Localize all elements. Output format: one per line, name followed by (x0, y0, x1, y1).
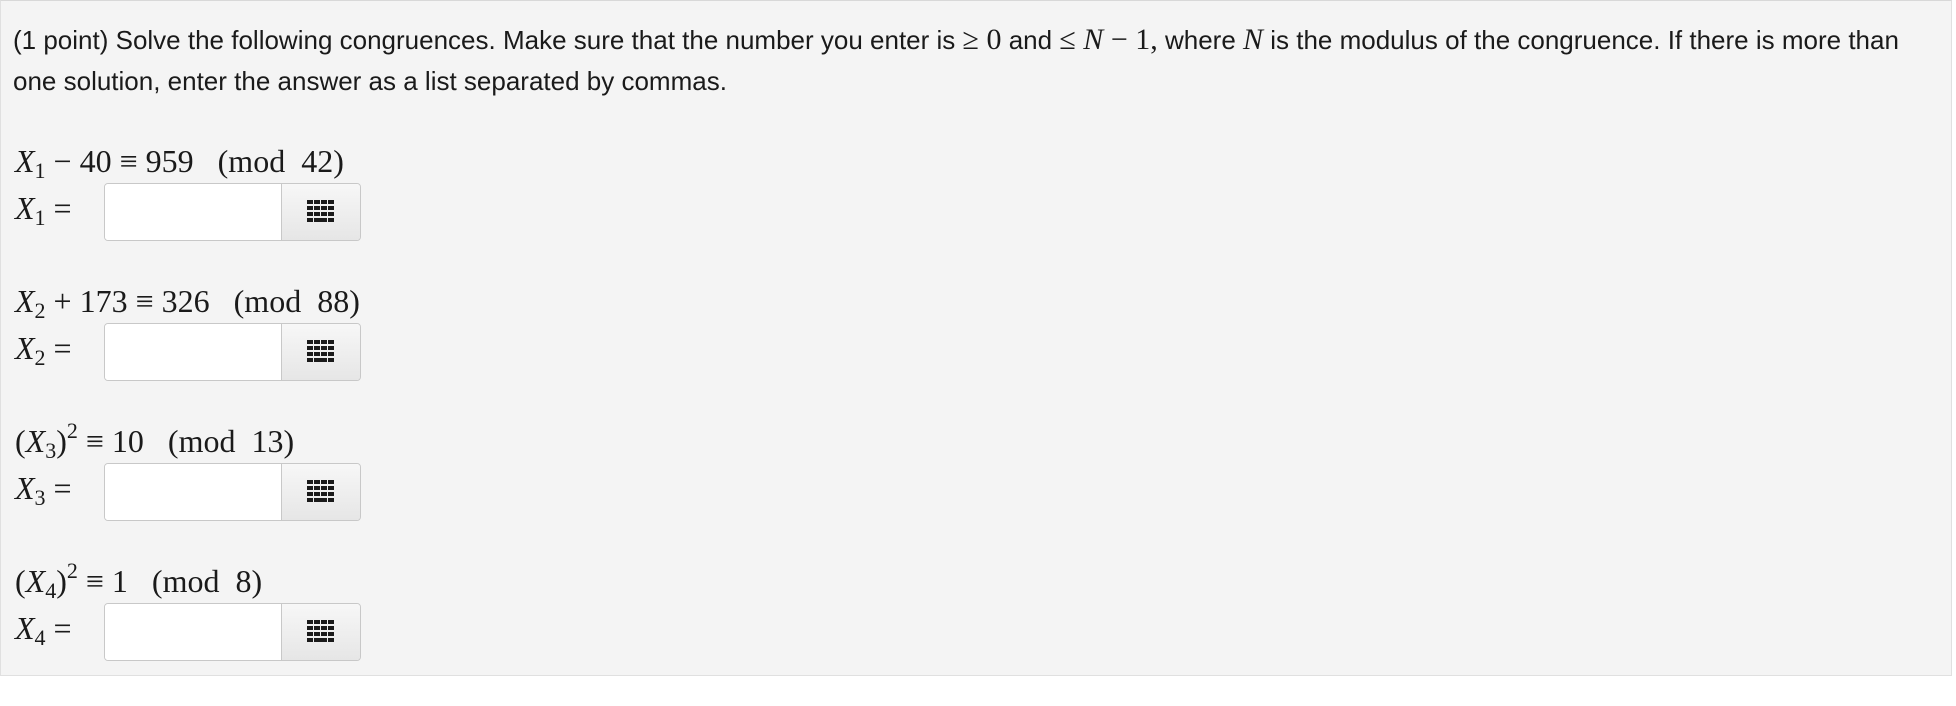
congruence-3: (X3)2 ≡ 10 (mod 13) (15, 418, 295, 463)
answer-label-2: X2 = (15, 330, 72, 370)
geq-zero: ≥ 0 (962, 23, 1002, 56)
answer-input-3[interactable] (105, 464, 281, 520)
leq-symbol: ≤ (1059, 23, 1084, 56)
answer-label-3: X3 = (15, 470, 72, 510)
answer-input-4[interactable] (105, 604, 281, 660)
problem-panel: (1 point) Solve the following congruence… (0, 0, 1952, 676)
congruence-4: (X4)2 ≡ 1 (mod 8) (15, 558, 263, 603)
equation-editor-button-2[interactable] (281, 324, 360, 380)
equation-editor-button-4[interactable] (281, 604, 360, 660)
keypad-icon (307, 340, 334, 362)
keypad-icon (307, 480, 334, 502)
keypad-icon (307, 620, 334, 642)
answer-box-2 (104, 323, 361, 381)
instructions-text: where (1157, 25, 1243, 55)
congruence-1: X1 − 40 ≡ 959 (mod 42) (15, 143, 344, 183)
instructions-text: and (1001, 25, 1060, 55)
answer-box-1 (104, 183, 361, 241)
modulus-variable: N (1083, 23, 1104, 56)
keypad-icon (307, 200, 334, 222)
answer-box-4 (104, 603, 361, 661)
instructions-text: (1 point) Solve the following congruence… (13, 25, 963, 55)
answer-box-3 (104, 463, 361, 521)
congruence-2: X2 + 173 ≡ 326 (mod 88) (15, 283, 360, 323)
answer-label-4: X4 = (15, 610, 72, 650)
problem-instructions: (1 point) Solve the following congruence… (13, 19, 1943, 102)
minus-one: − 1, (1103, 23, 1158, 56)
modulus-variable: N (1243, 23, 1264, 56)
answer-label-1: X1 = (15, 190, 72, 230)
equation-editor-button-1[interactable] (281, 184, 360, 240)
answer-input-1[interactable] (105, 184, 281, 240)
equation-editor-button-3[interactable] (281, 464, 360, 520)
answer-input-2[interactable] (105, 324, 281, 380)
